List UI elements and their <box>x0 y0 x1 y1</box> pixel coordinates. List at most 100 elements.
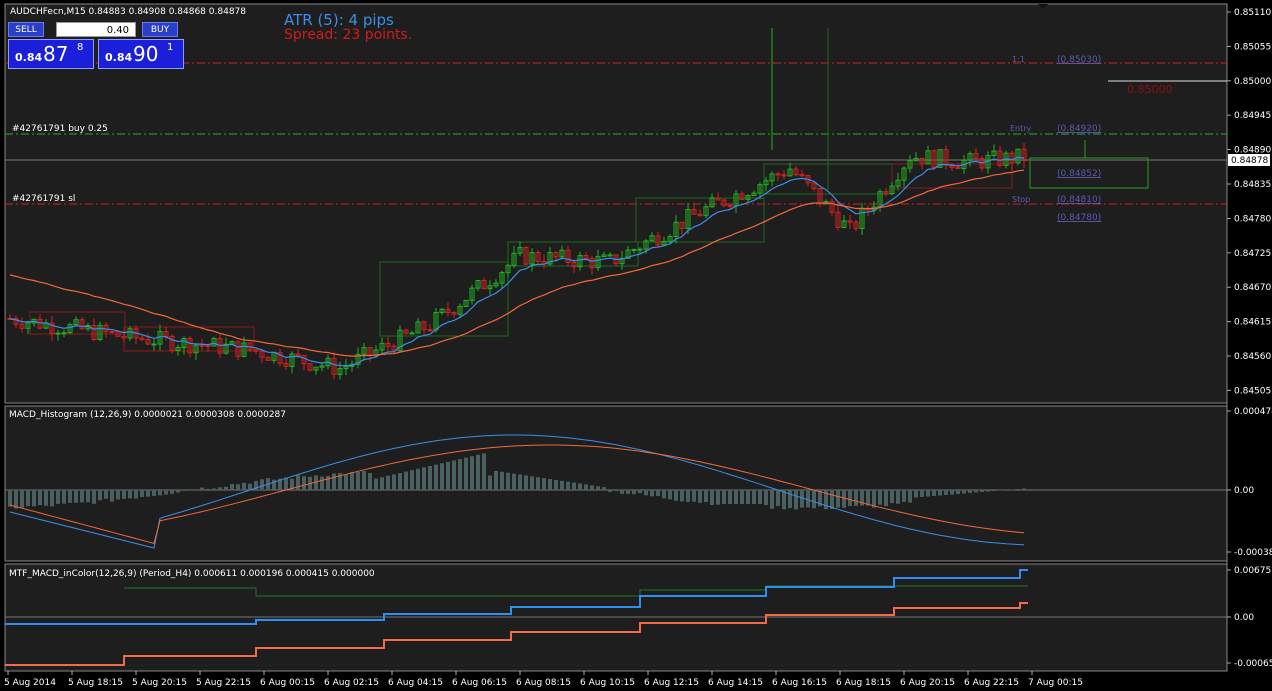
macd-histogram-bar <box>638 490 642 494</box>
macd-histogram-bar <box>530 476 534 490</box>
sell-price-pips: 87 <box>43 42 69 66</box>
time-axis-label: 6 Aug 18:15 <box>836 678 891 688</box>
time-axis-label: 7 Aug 00:15 <box>1028 678 1083 688</box>
macd-histogram-bar <box>362 471 366 490</box>
sell-price-fraction: 8 <box>77 42 84 53</box>
macd-histogram-bar <box>86 490 90 503</box>
price-axis-label: 0.84780 <box>1234 214 1271 224</box>
macd-histogram-bar <box>170 490 174 494</box>
macd-histogram-bar <box>74 490 78 503</box>
macd-histogram-bar <box>752 490 756 504</box>
macd-histogram-bar <box>554 479 558 490</box>
macd-histogram-bar <box>458 459 462 490</box>
macd-histogram-bar <box>140 490 144 497</box>
macd-histogram-bar <box>764 490 768 506</box>
macd-histogram-bar <box>230 484 234 490</box>
macd-histogram-bar <box>188 490 192 491</box>
sell-price-box[interactable]: 0.84 87 8 <box>8 39 94 69</box>
macd-histogram-bar <box>734 490 738 504</box>
macd-axis-label: -0.000385 <box>1234 548 1272 558</box>
macd-histogram-bar <box>224 486 228 490</box>
time-axis-label: 6 Aug 02:15 <box>324 678 379 688</box>
candle <box>151 343 157 346</box>
macd-histogram-bar <box>8 490 12 507</box>
macd-histogram-bar <box>80 490 84 503</box>
mtf-axis-label: 0.00675 <box>1234 566 1271 576</box>
macd-histogram-bar <box>350 471 354 490</box>
rr-entry-label: Entry <box>1010 124 1032 133</box>
macd-histogram-bar <box>332 473 336 490</box>
macd-histogram-bar <box>590 485 594 490</box>
current-price-label: 0.84878 <box>1231 156 1268 166</box>
macd-histogram-bar <box>194 490 198 491</box>
macd-histogram-bar <box>500 471 504 490</box>
macd-histogram-bar <box>242 482 246 490</box>
candle <box>199 344 205 347</box>
macd-histogram-bar <box>620 490 624 494</box>
macd-histogram-bar <box>158 490 162 496</box>
macd-histogram-bar <box>296 475 300 490</box>
macd-histogram-bar <box>428 466 432 490</box>
macd-histogram-bar <box>704 490 708 503</box>
macd-histogram-bar <box>614 490 618 492</box>
macd-histogram-bar <box>68 490 72 503</box>
macd-histogram-bar <box>722 490 726 504</box>
macd-histogram-bar <box>956 490 960 494</box>
candle <box>409 332 415 335</box>
macd-histogram-bar <box>698 490 702 503</box>
macd-histogram-bar <box>434 464 438 490</box>
macd-axis-label: 0.00 <box>1234 486 1254 496</box>
macd-histogram-bar <box>518 474 522 490</box>
time-axis-label: 6 Aug 10:15 <box>580 678 635 688</box>
buy-price-box[interactable]: 0.84 90 1 <box>98 39 184 69</box>
buy-price-prefix: 0.84 <box>105 51 133 64</box>
candle <box>631 249 637 252</box>
rr-ratio-label: 1:1 <box>1012 55 1025 64</box>
macd-histogram-bar <box>182 490 186 491</box>
macd-histogram-bar <box>728 490 732 504</box>
macd-histogram-bar <box>260 479 264 490</box>
macd-histogram-bar <box>902 490 906 502</box>
macd-histogram-bar <box>470 456 474 490</box>
sell-button[interactable]: SELL <box>8 22 44 37</box>
buy-price-fraction: 1 <box>167 42 174 53</box>
macd-histogram-bar <box>890 490 894 504</box>
macd-histogram-bar <box>932 490 936 496</box>
candle <box>205 345 211 348</box>
price-axis-label: 0.84890 <box>1234 146 1271 156</box>
macd-histogram-bar <box>482 453 486 490</box>
macd-histogram-bar <box>524 475 528 490</box>
candle <box>55 332 61 335</box>
macd-histogram-bar <box>626 490 630 494</box>
rr-mid-price: (0.84852) <box>1057 169 1101 179</box>
mtf-axis-label: 0.00 <box>1234 613 1254 623</box>
candle <box>775 173 781 176</box>
macd-histogram-bar <box>446 461 450 490</box>
order-buy-label: #42761791 buy 0.25 <box>12 124 108 134</box>
macd-histogram-bar <box>218 487 222 490</box>
macd-histogram-bar <box>716 490 720 505</box>
macd-histogram-bar <box>884 490 888 507</box>
buy-button[interactable]: BUY <box>142 22 178 37</box>
macd-histogram-bar <box>770 490 774 509</box>
macd-histogram-bar <box>380 477 384 490</box>
lot-size-input[interactable]: 0.40 <box>56 22 136 37</box>
macd-histogram-bar <box>548 479 552 490</box>
time-axis-label: 6 Aug 00:15 <box>260 678 315 688</box>
macd-histogram-bar <box>38 490 42 506</box>
candle <box>607 254 613 257</box>
macd-histogram-bar <box>950 490 954 495</box>
macd-panel[interactable] <box>4 405 1228 562</box>
macd-histogram-bar <box>866 490 870 506</box>
macd-histogram-bar <box>1010 489 1014 490</box>
candle <box>427 329 433 332</box>
macd-histogram-bar <box>998 490 1002 491</box>
sell-price-prefix: 0.84 <box>15 51 43 64</box>
macd-histogram-bar <box>236 484 240 490</box>
chart-canvas[interactable]: 0.850000.84878#42761791 buy 0.25#4276179… <box>0 0 1272 691</box>
macd-histogram-bar <box>212 488 216 490</box>
macd-histogram-bar <box>776 490 780 507</box>
mtf-axis-label: -0.000657 <box>1234 659 1272 669</box>
macd-histogram-bar <box>974 490 978 493</box>
macd-histogram-bar <box>920 490 924 497</box>
